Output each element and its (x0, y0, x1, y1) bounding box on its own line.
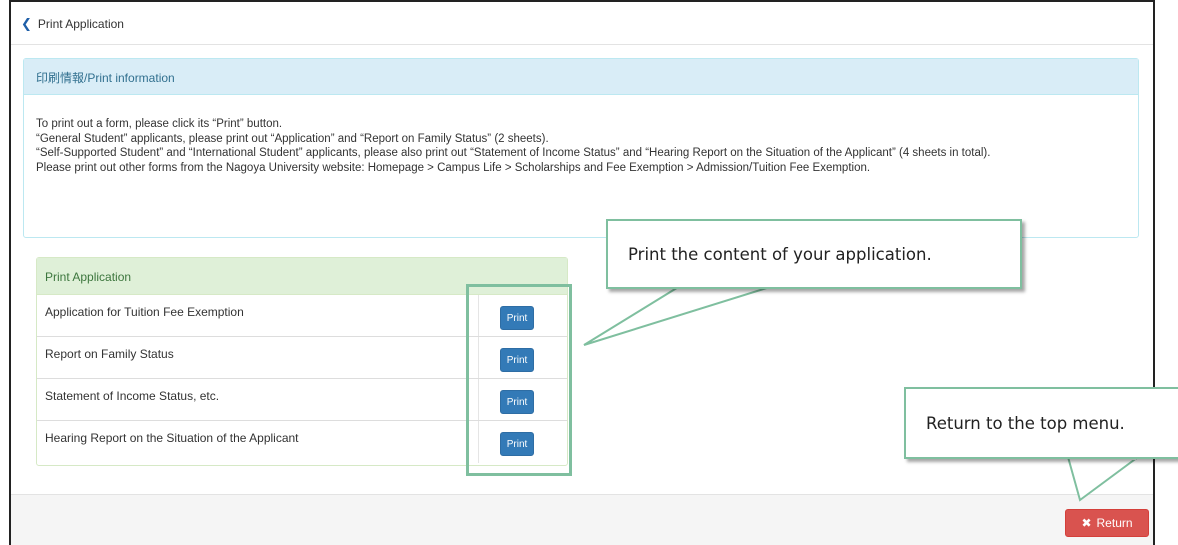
form-row-label: Hearing Report on the Situation of the A… (45, 431, 299, 445)
chevron-left-icon: ❮ (21, 16, 32, 31)
times-icon: ✖ (1081, 516, 1092, 530)
info-line-1: To print out a form, please click its “P… (36, 118, 283, 130)
info-line-3: “Self-Supported Student” and “Internatio… (36, 147, 991, 159)
form-row: Report on Family Status Print (37, 337, 567, 379)
form-row: Statement of Income Status, etc. Print (37, 379, 567, 421)
return-callout: Return to the top menu. (904, 387, 1178, 459)
return-button[interactable]: ✖ Return (1065, 509, 1149, 537)
form-row: Hearing Report on the Situation of the A… (37, 421, 567, 463)
print-hearing-report-button[interactable]: Print (500, 432, 534, 456)
print-family-status-button[interactable]: Print (500, 348, 534, 372)
print-information-panel: 印刷情報/Print information To print out a fo… (23, 58, 1139, 238)
form-row: Application for Tuition Fee Exemption Pr… (37, 295, 567, 337)
print-income-status-button[interactable]: Print (500, 390, 534, 414)
form-row-label: Report on Family Status (45, 347, 174, 361)
back-link[interactable]: ❮ Print Application (21, 16, 124, 32)
footer-bar: ✖ Return (11, 494, 1153, 545)
back-link-label: Print Application (37, 17, 124, 31)
print-callout: Print the content of your application. (606, 219, 1022, 289)
form-row-label: Application for Tuition Fee Exemption (45, 305, 244, 319)
top-bar: ❮ Print Application (11, 2, 1153, 45)
print-application-panel: Print Application Application for Tuitio… (36, 257, 568, 466)
print-application-button[interactable]: Print (500, 306, 534, 330)
print-information-body: To print out a form, please click its “P… (24, 95, 1138, 175)
form-row-label: Statement of Income Status, etc. (45, 389, 220, 403)
info-line-2: “General Student” applicants, please pri… (36, 132, 549, 145)
print-information-title: 印刷情報/Print information (24, 59, 1138, 95)
return-button-label: Return (1096, 516, 1133, 530)
print-application-title: Print Application (37, 258, 567, 295)
info-line-4: Please print out other forms from the Na… (36, 161, 871, 174)
